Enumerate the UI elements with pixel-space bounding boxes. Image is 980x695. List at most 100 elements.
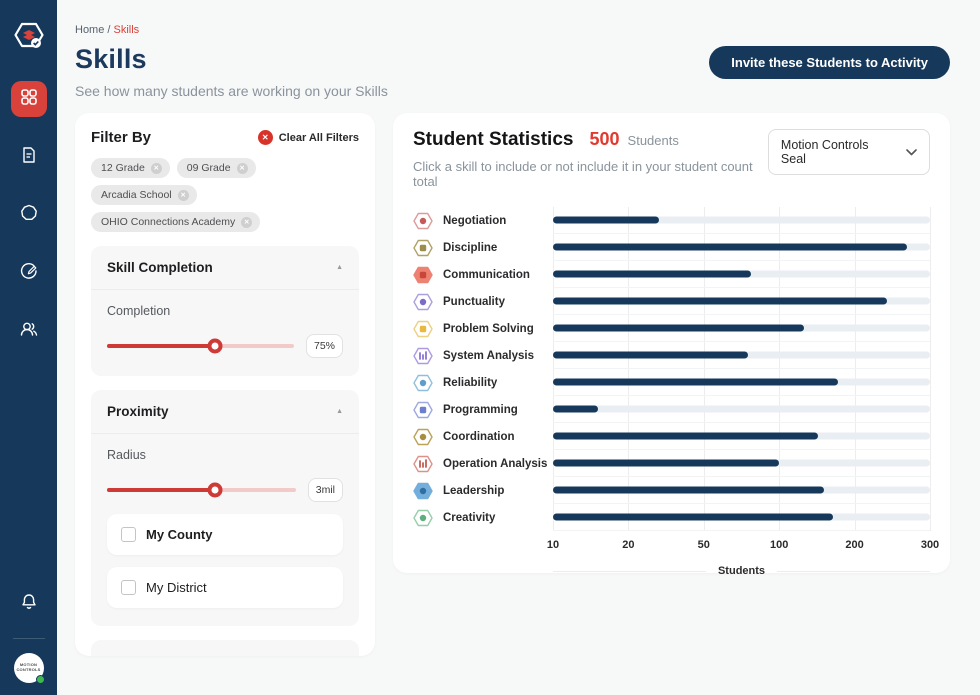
radius-value: 3mil: [308, 478, 343, 502]
chart-row[interactable]: Programming: [413, 396, 930, 423]
sidebar-bottom: MOTIONCONTROLS: [11, 586, 47, 695]
sidebar-item-notifications[interactable]: [11, 586, 47, 622]
my-district-checkbox[interactable]: [121, 580, 136, 595]
skill-label: Operation Analysis: [443, 458, 547, 470]
filter-chip[interactable]: 12 Grade ✕: [91, 158, 170, 178]
sidebar-item-progress[interactable]: [11, 255, 47, 291]
report-document-icon: [19, 145, 39, 170]
system-analysis-icon: [413, 346, 433, 366]
bar-track: [553, 406, 930, 413]
chart-row[interactable]: Creativity: [413, 504, 930, 531]
radius-label: Radius: [107, 448, 343, 462]
chip-remove-icon[interactable]: ✕: [237, 163, 248, 174]
negotiation-icon: [413, 211, 433, 231]
student-count: 500: [589, 129, 619, 150]
filter-chip[interactable]: Arcadia School ✕: [91, 185, 197, 205]
bar: [553, 271, 751, 278]
chart-row[interactable]: System Analysis: [413, 342, 930, 369]
collapse-caret-icon: ▲: [336, 264, 343, 271]
radius-slider[interactable]: [107, 488, 296, 492]
filter-chip-label: OHIO Connections Academy: [101, 216, 235, 228]
bar-cell: [553, 396, 930, 423]
grade-header[interactable]: Grade ▲: [91, 640, 359, 656]
leadership-icon: [413, 481, 433, 501]
page-header: Home / Skills Skills See how many studen…: [75, 24, 950, 99]
dashboard-grid-icon: [20, 88, 38, 111]
avatar-logo: MOTIONCONTROLS: [16, 663, 40, 673]
grade-title: Grade: [107, 654, 146, 656]
skill-label: Negotiation: [443, 215, 506, 227]
breadcrumb-home[interactable]: Home: [75, 24, 104, 36]
skill-label: Communication: [443, 269, 530, 281]
discipline-icon: [413, 238, 433, 258]
section-grade: Grade ▲ ✓ All: [91, 640, 359, 656]
proximity-header[interactable]: Proximity ▲: [91, 390, 359, 434]
bar-cell: [553, 342, 930, 369]
chart-row[interactable]: Reliability: [413, 369, 930, 396]
filter-title: Filter By: [91, 129, 151, 146]
bar: [553, 379, 838, 386]
chart-row[interactable]: Negotiation: [413, 207, 930, 234]
filter-chip[interactable]: OHIO Connections Academy ✕: [91, 212, 260, 232]
bar: [553, 406, 598, 413]
invite-students-button[interactable]: Invite these Students to Activity: [709, 46, 950, 79]
bar-cell: [553, 369, 930, 396]
filter-chip-label: Arcadia School: [101, 189, 172, 201]
clear-all-filters-button[interactable]: ✕ Clear All Filters: [258, 130, 359, 145]
student-count-suffix: Students: [628, 133, 679, 148]
chart-row[interactable]: Leadership: [413, 477, 930, 504]
bar-cell: [553, 504, 930, 531]
bar: [553, 433, 818, 440]
chart-row[interactable]: Operation Analysis: [413, 450, 930, 477]
clear-all-label: Clear All Filters: [279, 132, 359, 144]
chart-row[interactable]: Discipline: [413, 234, 930, 261]
section-skill-completion: Skill Completion ▲ Completion 75%: [91, 246, 359, 376]
user-avatar[interactable]: MOTIONCONTROLS: [14, 653, 44, 683]
filter-panel: Filter By ✕ Clear All Filters 12 Grade✕0…: [75, 113, 375, 656]
x-axis-label: Students: [718, 565, 765, 577]
skill-label: Programming: [443, 404, 518, 416]
sidebar-item-seals[interactable]: [11, 197, 47, 233]
skill-completion-title: Skill Completion: [107, 260, 213, 275]
chart-row[interactable]: Communication: [413, 261, 930, 288]
sidebar-item-reports[interactable]: [11, 139, 47, 175]
gridline: [930, 207, 931, 531]
chart-row[interactable]: Problem Solving: [413, 315, 930, 342]
my-district-option[interactable]: My District: [107, 567, 343, 608]
page-title: Skills: [75, 44, 388, 75]
bar-cell: [553, 315, 930, 342]
bar-cell: [553, 207, 930, 234]
sidebar-item-students[interactable]: [11, 313, 47, 349]
filter-chip[interactable]: 09 Grade ✕: [177, 158, 256, 178]
filter-chip-label: 12 Grade: [101, 162, 145, 174]
x-axis-tick: 20: [622, 539, 634, 551]
radius-slider-thumb[interactable]: [207, 483, 222, 498]
skill-label: System Analysis: [443, 350, 534, 362]
breadcrumb-current: Skills: [114, 24, 140, 36]
problem-solving-icon: [413, 319, 433, 339]
seal-dropdown-value: Motion Controls Seal: [781, 138, 892, 166]
student-statistics-panel: Student Statistics 500 Students Click a …: [393, 113, 950, 573]
chart-row[interactable]: Coordination: [413, 423, 930, 450]
seal-dropdown[interactable]: Motion Controls Seal: [768, 129, 930, 175]
chip-remove-icon[interactable]: ✕: [151, 163, 162, 174]
chip-remove-icon[interactable]: ✕: [241, 217, 252, 228]
breadcrumb: Home / Skills: [75, 24, 388, 36]
coordination-icon: [413, 427, 433, 447]
collapse-caret-icon: ▲: [336, 408, 343, 415]
my-county-option[interactable]: My County: [107, 514, 343, 555]
app-logo-icon[interactable]: [10, 16, 48, 59]
filter-chip-label: 09 Grade: [187, 162, 231, 174]
completion-slider-thumb[interactable]: [208, 339, 223, 354]
skill-completion-header[interactable]: Skill Completion ▲: [91, 246, 359, 290]
chart-row[interactable]: Punctuality: [413, 288, 930, 315]
x-axis-tick: 300: [921, 539, 939, 551]
skill-label: Coordination: [443, 431, 515, 443]
sidebar-item-dashboard[interactable]: [11, 81, 47, 117]
x-axis-tick: 50: [698, 539, 710, 551]
my-county-checkbox[interactable]: [121, 527, 136, 542]
my-county-label: My County: [146, 527, 212, 542]
chip-remove-icon[interactable]: ✕: [178, 190, 189, 201]
completion-slider[interactable]: [107, 344, 294, 348]
bar: [553, 217, 659, 224]
